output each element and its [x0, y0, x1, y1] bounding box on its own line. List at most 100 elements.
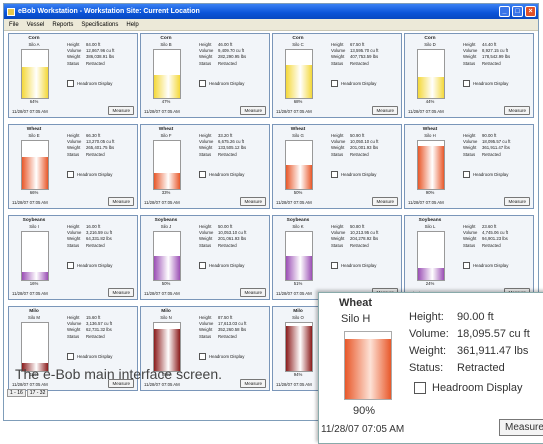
silo-fields: Height 87.50 ft Volume 17,613.03 cu ft Wei… [199, 315, 246, 340]
headroom-display-checkbox[interactable]: Headroom Display [463, 171, 508, 178]
silo-panel: Corn Silo A 64% 11/28/07 07:05 AM Height… [8, 33, 138, 118]
headroom-label: Headroom Display [341, 81, 377, 86]
timestamp: 11/28/07 07:05 AM [321, 424, 405, 435]
headroom-display-checkbox[interactable]: Headroom Display [331, 171, 376, 178]
height-value: 90.00 ft [457, 311, 494, 323]
silo-panel: Corn Silo C 68% 11/28/07 07:05 AM Height… [272, 33, 402, 118]
headroom-display-checkbox[interactable]: Headroom Display [67, 171, 112, 178]
measure-button[interactable]: Measure [108, 106, 134, 115]
silo-id: Silo L [424, 224, 436, 229]
headroom-label: Headroom Display [473, 81, 509, 86]
menu-file[interactable]: File [9, 22, 19, 28]
headroom-display-checkbox[interactable]: Headroom Display [67, 353, 112, 360]
page-tab[interactable]: 17 - 32 [26, 388, 49, 397]
measure-button[interactable]: Measure [240, 197, 266, 206]
checkbox-icon[interactable] [67, 80, 74, 87]
headroom-display-checkbox[interactable]: Headroom Display [331, 80, 376, 87]
measure-button[interactable]: Measure [240, 288, 266, 297]
menu-help[interactable]: Help [126, 22, 138, 28]
volume-value: 4,745.06 cu ft [482, 230, 509, 236]
menu-vessel[interactable]: Vessel [27, 22, 45, 28]
checkbox-icon[interactable] [331, 80, 338, 87]
checkbox-icon[interactable] [199, 262, 206, 269]
headroom-label: Headroom Display [77, 81, 113, 86]
volume-row: Volume: 18,095.57 cu ft [409, 328, 530, 340]
silo-level-gauge [21, 49, 49, 99]
status-label: Status [463, 242, 476, 248]
measure-button[interactable]: Measure [108, 197, 134, 206]
volume-label: Volume: [409, 328, 449, 340]
volume-value: 9,409.70 cu ft [218, 48, 245, 54]
status-row: Status Retracted [199, 152, 246, 158]
silo-id: Silo E [28, 133, 40, 138]
silo-level-gauge [21, 231, 49, 281]
window-title: eBob Workstation - Workstation Site: Cur… [18, 8, 200, 15]
checkbox-icon[interactable] [67, 262, 74, 269]
checkbox-icon[interactable] [199, 171, 206, 178]
status-label: Status: [409, 362, 444, 374]
silo-id: Silo N [160, 315, 172, 320]
checkbox-icon[interactable] [463, 80, 470, 87]
volume-value: 6,675.26 cu ft [218, 139, 245, 145]
checkbox-icon[interactable] [199, 353, 206, 360]
measure-button[interactable]: Measure [372, 197, 398, 206]
menu-bar: File Vessel Reports Specifications Help [4, 19, 538, 31]
silo-fields: Height 50.90 ft Volume 10,050.10 cu ft Wei… [331, 133, 378, 158]
menu-reports[interactable]: Reports [52, 22, 73, 28]
volume-value: 12,867.96 cu ft [86, 48, 115, 54]
weight-label: Weight: [409, 345, 447, 357]
status-label: Status [199, 242, 212, 248]
timestamp: 11/28/07 07:05 AM [144, 291, 180, 296]
silo-panel: Soybeans Silo L 24% 11/28/07 07:05 AM He… [404, 215, 534, 300]
headroom-display-checkbox[interactable]: Headroom Display [331, 262, 376, 269]
app-icon [7, 7, 15, 16]
headroom-display-checkbox[interactable]: Headroom Display [199, 171, 244, 178]
headroom-display-checkbox[interactable]: Headroom Display [463, 80, 508, 87]
status-label: Status [331, 242, 344, 248]
headroom-display-checkbox[interactable]: Headroom Display [463, 262, 508, 269]
silo-fill [418, 145, 444, 189]
checkbox-icon[interactable] [414, 382, 426, 394]
checkbox-icon[interactable] [67, 171, 74, 178]
headroom-display-checkbox[interactable]: Headroom Display [199, 80, 244, 87]
checkbox-icon[interactable] [463, 171, 470, 178]
silo-fields: Height 15.60 ft Volume 3,136.57 cu ft Weig… [67, 315, 112, 340]
checkbox-icon[interactable] [331, 171, 338, 178]
material-label: Wheat [290, 127, 306, 132]
checkbox-icon[interactable] [331, 262, 338, 269]
height-value: 50.80 ft [350, 224, 365, 229]
status-value: Retracted [86, 333, 105, 339]
minimize-button[interactable]: _ [499, 6, 510, 17]
menu-specifications[interactable]: Specifications [81, 22, 118, 28]
checkbox-icon[interactable] [463, 262, 470, 269]
headroom-label: Headroom Display [341, 263, 377, 268]
headroom-display-checkbox[interactable]: Headroom Display [67, 262, 112, 269]
headroom-display-checkbox[interactable]: Headroom Display [199, 353, 244, 360]
headroom-display-checkbox[interactable]: Headroom Display [67, 80, 112, 87]
volume-value: 18,095.57 cu ft [482, 139, 511, 145]
timestamp: 11/28/07 07:05 AM [144, 109, 180, 114]
headroom-display-checkbox[interactable]: Headroom Display [414, 382, 522, 394]
weight-value: 282,290.95 lbs [218, 54, 247, 60]
material-label: Corn [424, 36, 436, 41]
measure-button[interactable]: Measure [240, 106, 266, 115]
maximize-button[interactable]: □ [512, 6, 523, 17]
status-value: Retracted [218, 333, 237, 339]
measure-button[interactable]: Measure [372, 106, 398, 115]
fill-percent: 50% [161, 281, 171, 286]
measure-button[interactable]: Measure [504, 197, 530, 206]
measure-button[interactable]: Measure [504, 106, 530, 115]
measure-button[interactable]: Measure [499, 419, 543, 436]
material-label: Corn [292, 36, 304, 41]
silo-level-gauge [153, 140, 181, 190]
close-button[interactable]: × [525, 6, 536, 17]
checkbox-icon[interactable] [199, 80, 206, 87]
headroom-display-checkbox[interactable]: Headroom Display [199, 262, 244, 269]
measure-button[interactable]: Measure [108, 288, 134, 297]
height-value: 16.00 ft [86, 224, 101, 229]
page-tab[interactable]: 1 - 16 [7, 388, 26, 397]
material-label: Wheat [339, 297, 372, 309]
checkbox-icon[interactable] [67, 353, 74, 360]
status-label: Status [67, 333, 80, 339]
silo-fill [22, 272, 48, 280]
